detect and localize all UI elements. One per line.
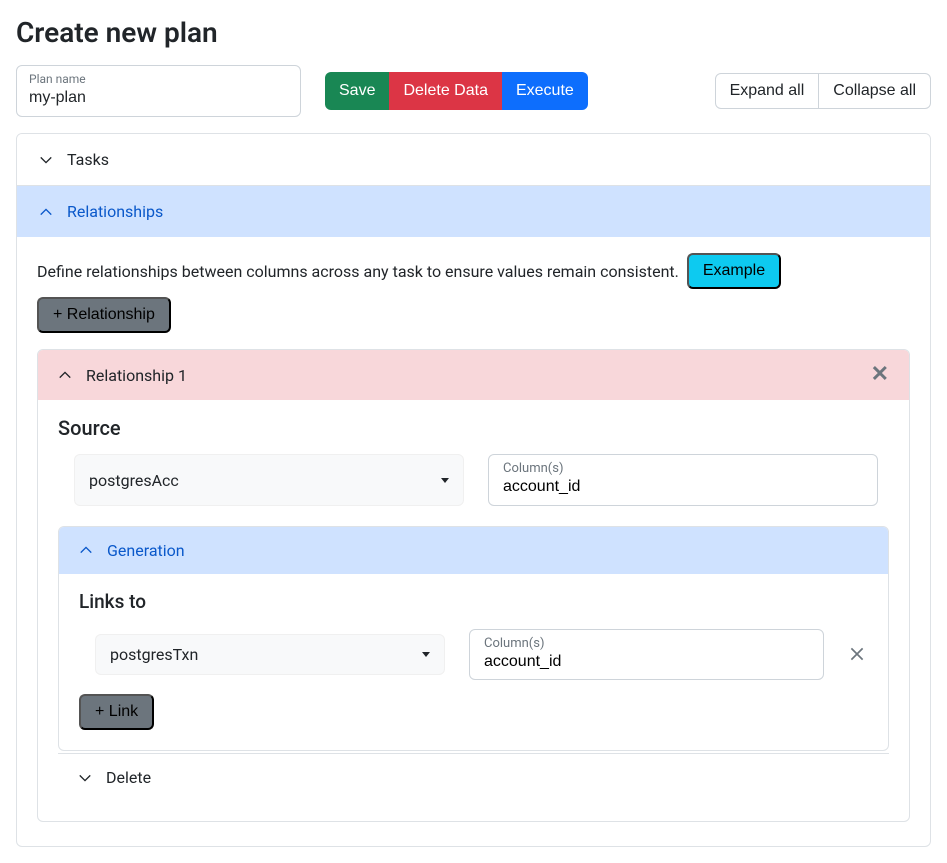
example-button[interactable]: Example [687, 253, 781, 289]
generation-card: Generation Links to postgresTxn Column( [58, 526, 889, 751]
relationship-card: Relationship 1 ✕ Source postgresAcc Colu… [37, 349, 910, 822]
main-accordion: Tasks Relationships Define relationships… [16, 133, 931, 847]
link-task-select[interactable]: postgresTxn [95, 634, 445, 675]
source-columns-input[interactable] [503, 476, 863, 498]
save-button[interactable]: Save [325, 72, 389, 110]
remove-link-icon[interactable] [848, 645, 866, 663]
delete-label: Delete [106, 768, 151, 787]
source-task-select[interactable]: postgresAcc [74, 454, 464, 505]
relationships-section: Relationships Define relationships betwe… [17, 185, 930, 846]
caret-down-icon [441, 478, 449, 483]
action-button-group: Save Delete Data Execute [325, 72, 588, 110]
generation-header[interactable]: Generation [59, 527, 888, 574]
chevron-down-icon [39, 153, 53, 167]
relationship-header[interactable]: Relationship 1 ✕ [38, 350, 909, 400]
tasks-header[interactable]: Tasks [17, 134, 930, 185]
page-title: Create new plan [16, 16, 931, 49]
delete-data-button[interactable]: Delete Data [389, 72, 502, 110]
source-label: Source [58, 416, 889, 440]
expand-all-button[interactable]: Expand all [715, 73, 820, 109]
relationships-body: Define relationships between columns acr… [17, 237, 930, 846]
plan-name-field[interactable]: Plan name [16, 65, 301, 117]
link-columns-field[interactable]: Column(s) [469, 629, 824, 680]
chevron-up-icon [58, 368, 72, 382]
relationships-description: Define relationships between columns acr… [37, 262, 679, 281]
link-columns-label: Column(s) [484, 636, 809, 651]
relationship-body: Source postgresAcc Column(s) [38, 400, 909, 821]
source-columns-label: Column(s) [503, 461, 863, 476]
collapse-all-button[interactable]: Collapse all [819, 73, 931, 109]
add-relationship-button[interactable]: + Relationship [37, 297, 171, 333]
chevron-down-icon [78, 771, 92, 785]
plan-name-input[interactable] [29, 86, 288, 110]
generation-body: Links to postgresTxn Column(s) [59, 574, 888, 750]
execute-button[interactable]: Execute [502, 72, 588, 110]
add-link-button[interactable]: + Link [79, 694, 154, 730]
generation-label: Generation [107, 541, 185, 560]
link-task-value: postgresTxn [110, 645, 198, 664]
close-icon[interactable]: ✕ [871, 362, 889, 387]
expand-collapse-group: Expand all Collapse all [715, 73, 931, 109]
top-controls: Plan name Save Delete Data Execute Expan… [16, 65, 931, 117]
source-task-value: postgresAcc [89, 471, 179, 490]
delete-section-header[interactable]: Delete [58, 753, 889, 801]
relationships-label: Relationships [67, 202, 163, 221]
source-columns-field[interactable]: Column(s) [488, 454, 878, 505]
relationships-header[interactable]: Relationships [17, 186, 930, 237]
caret-down-icon [422, 652, 430, 657]
chevron-up-icon [79, 543, 93, 557]
links-to-label: Links to [79, 590, 868, 613]
plan-name-label: Plan name [29, 72, 288, 86]
relationship-title: Relationship 1 [86, 366, 187, 385]
tasks-section: Tasks [17, 134, 930, 185]
chevron-up-icon [39, 205, 53, 219]
tasks-label: Tasks [67, 150, 109, 169]
link-columns-input[interactable] [484, 651, 809, 673]
